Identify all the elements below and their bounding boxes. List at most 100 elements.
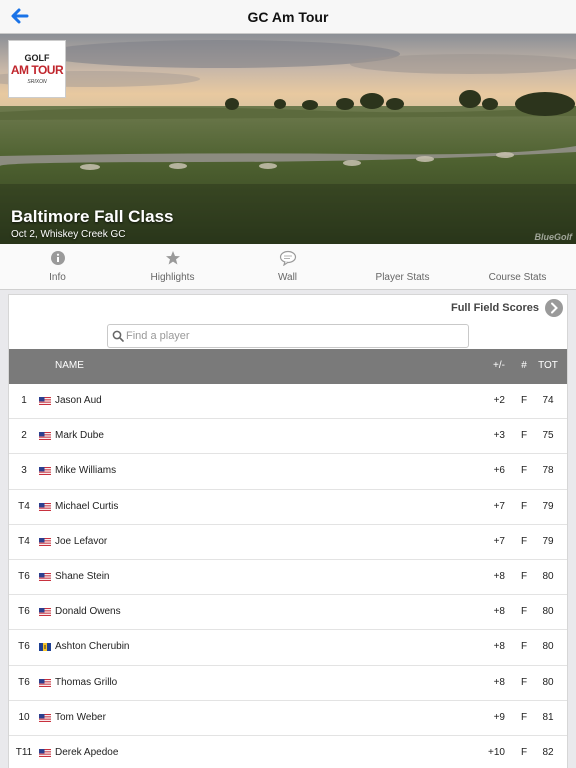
row-player-name: Ashton Cherubin	[55, 641, 130, 653]
tab-player-stats[interactable]: Player Stats	[345, 244, 460, 290]
row-plus-minus: +10	[488, 746, 505, 758]
table-row[interactable]: T4 Joe Lefavor +7 F 79	[9, 525, 567, 560]
table-row[interactable]: T6 Donald Owens +8 F 80	[9, 595, 567, 631]
barbados-flag-icon	[39, 643, 51, 652]
table-row[interactable]: T11 Derek Apedoe +10 F 82	[9, 736, 567, 768]
row-total: 82	[542, 746, 554, 758]
row-plus-minus: +7	[493, 535, 505, 547]
row-thru: F	[520, 535, 528, 547]
row-plus-minus: +8	[493, 676, 505, 688]
table-header: NAME +/- # TOT	[9, 349, 567, 384]
row-position: T6	[18, 606, 30, 618]
row-position: T11	[15, 746, 33, 758]
row-total: 81	[542, 711, 554, 723]
row-thru: F	[520, 606, 528, 618]
row-position: T6	[18, 641, 30, 653]
table-row[interactable]: T6 Thomas Grillo +8 F 80	[9, 666, 567, 701]
us-flag-icon	[39, 748, 51, 757]
row-thru: F	[520, 676, 528, 688]
us-flag-icon	[39, 432, 51, 441]
table-row[interactable]: 10 Tom Weber +9 F 81	[9, 701, 567, 736]
row-position: T6	[18, 676, 30, 688]
row-thru: F	[520, 711, 528, 723]
row-player-name: Tom Weber	[55, 711, 106, 723]
row-total: 78	[542, 465, 554, 477]
section-tabs: Info Highlights Wall Player Stats Course…	[0, 244, 576, 290]
row-player-name: Shane Stein	[55, 570, 110, 582]
us-flag-icon	[39, 608, 51, 617]
nav-bar: GC Am Tour	[0, 0, 576, 34]
row-thru: F	[520, 500, 528, 512]
search-input[interactable]	[126, 327, 462, 345]
row-plus-minus: +8	[493, 641, 505, 653]
row-total: 74	[542, 395, 554, 406]
tab-label: Info	[49, 272, 66, 283]
player-search	[107, 324, 469, 348]
table-row[interactable]: T6 Ashton Cherubin +8 F 80	[9, 630, 567, 666]
row-player-name: Michael Curtis	[55, 500, 119, 512]
info-icon	[50, 251, 65, 265]
event-title: Baltimore Fall Class	[11, 207, 174, 226]
row-total: 80	[542, 676, 554, 688]
us-flag-icon	[39, 467, 51, 476]
table-row[interactable]: T4 Michael Curtis +7 F 79	[9, 490, 567, 525]
row-position: T6	[18, 570, 30, 582]
event-subtitle: Oct 2, Whiskey Creek GC	[11, 229, 126, 240]
row-player-name: Joe Lefavor	[55, 535, 108, 547]
row-total: 75	[542, 430, 554, 442]
row-plus-minus: +9	[493, 711, 505, 723]
tab-info[interactable]: Info	[0, 244, 115, 290]
row-total: 80	[542, 606, 554, 618]
row-plus-minus: +2	[493, 395, 505, 406]
table-row[interactable]: 3 Mike Williams +6 F 78	[9, 454, 567, 490]
row-position: 3	[21, 465, 27, 477]
us-flag-icon	[39, 537, 51, 546]
row-thru: F	[520, 465, 528, 477]
row-position: T4	[18, 535, 30, 547]
us-flag-icon	[39, 397, 51, 405]
page-title: GC Am Tour	[247, 9, 329, 25]
row-position: 1	[21, 395, 27, 406]
tour-logo: GOLF AM TOUR SRIXON	[8, 40, 66, 98]
logo-line-1: GOLF	[24, 53, 50, 63]
leaderboard-card: Full Field Scores NAME +/- # TOT 1 Jason …	[8, 294, 568, 768]
search-icon	[112, 330, 124, 342]
full-field-scores-link[interactable]: Full Field Scores	[433, 299, 563, 317]
row-player-name: Donald Owens	[55, 606, 121, 618]
header-total: TOT	[538, 360, 558, 371]
row-thru: F	[520, 641, 528, 653]
tab-label: Player Stats	[375, 272, 430, 283]
logo-line-3: SRIXON	[27, 79, 47, 85]
row-total: 80	[542, 641, 554, 653]
chevron-right-icon	[545, 299, 563, 317]
table-row[interactable]: 1 Jason Aud +2 F 74	[9, 384, 567, 420]
tab-wall[interactable]: Wall	[230, 244, 345, 290]
row-position: 10	[18, 711, 30, 723]
row-total: 79	[542, 500, 554, 512]
row-plus-minus: +7	[493, 500, 505, 512]
row-plus-minus: +8	[493, 606, 505, 618]
header-plus-minus: +/-	[493, 360, 505, 371]
row-player-name: Jason Aud	[55, 395, 102, 406]
table-row[interactable]: T6 Shane Stein +8 F 80	[9, 560, 567, 596]
tab-label: Course Stats	[488, 272, 547, 283]
us-flag-icon	[39, 502, 51, 511]
tab-course-stats[interactable]: Course Stats	[460, 244, 575, 290]
star-icon	[165, 251, 180, 265]
row-thru: F	[520, 570, 528, 582]
tab-label: Highlights	[150, 272, 195, 283]
us-flag-icon	[39, 572, 51, 581]
row-player-name: Mike Williams	[55, 465, 117, 477]
header-thru: #	[521, 360, 527, 371]
tab-highlights[interactable]: Highlights	[115, 244, 230, 290]
row-plus-minus: +6	[493, 465, 505, 477]
header-name: NAME	[55, 360, 84, 371]
us-flag-icon	[39, 678, 51, 687]
us-flag-icon	[39, 713, 51, 722]
row-thru: F	[520, 395, 528, 406]
row-plus-minus: +3	[493, 430, 505, 442]
table-row[interactable]: 2 Mark Dube +3 F 75	[9, 419, 567, 455]
speech-bubble-icon	[279, 250, 296, 267]
row-player-name: Thomas Grillo	[55, 676, 118, 688]
photo-watermark: BlueGolf	[534, 232, 573, 242]
